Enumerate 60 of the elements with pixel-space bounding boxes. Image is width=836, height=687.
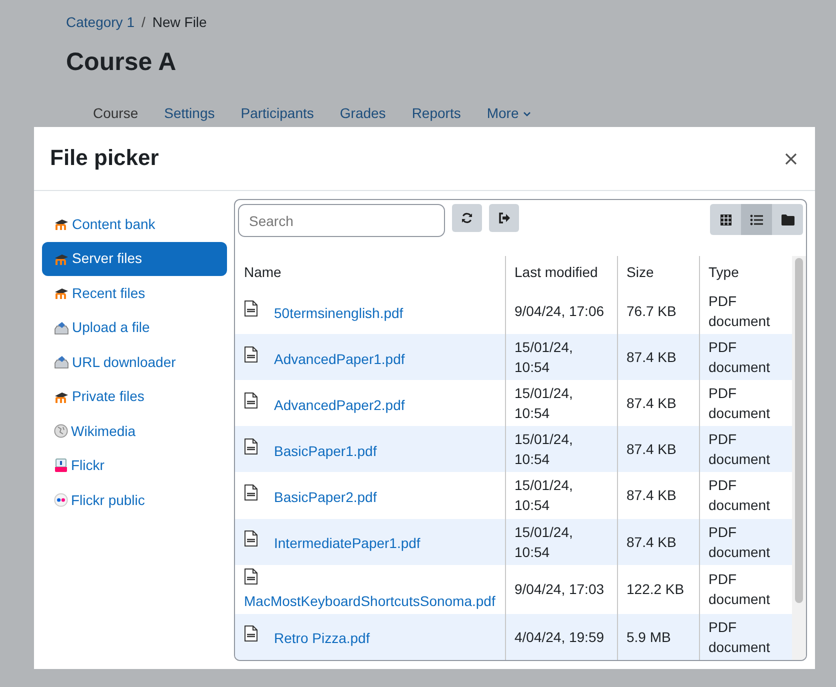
nav-tab[interactable]: Grades [326, 103, 399, 124]
nav-tab[interactable]: Reports [398, 103, 474, 124]
view-mode-button[interactable] [741, 204, 772, 235]
dialog-title: File picker [50, 145, 159, 172]
file-link[interactable]: AdvancedPaper2.pdf [274, 394, 405, 415]
nav-tab[interactable]: Participants [228, 103, 327, 124]
column-header[interactable]: Name [235, 256, 505, 288]
file-link[interactable]: BasicPaper2.pdf [274, 486, 377, 507]
globe-icon [54, 424, 68, 438]
scrollbar[interactable] [792, 256, 806, 660]
nav-tab[interactable]: Settings [151, 103, 228, 124]
moodle-logo-icon [54, 287, 69, 300]
pdf-file-icon [244, 484, 258, 501]
moodle-logo-icon [54, 252, 69, 265]
refresh-button[interactable] [452, 204, 482, 232]
nav-tab[interactable]: Course [80, 103, 152, 124]
repository-item[interactable]: Private files [42, 380, 227, 414]
dots-icon [54, 493, 68, 508]
breadcrumb-link[interactable]: Category 1 [66, 14, 134, 30]
file-link[interactable]: 50termsinenglish.pdf [274, 302, 404, 323]
breadcrumb-separator: / [141, 14, 146, 30]
pdf-file-icon [244, 438, 258, 455]
page-title: Course A [66, 47, 178, 77]
file-link[interactable]: AdvancedPaper1.pdf [274, 348, 405, 369]
pdf-file-icon [244, 568, 258, 585]
moodle-logo-icon [54, 390, 69, 403]
upload-tray-icon [54, 355, 69, 370]
pdf-file-icon [244, 530, 258, 548]
grid-icon [720, 214, 732, 226]
file-link[interactable]: MacMostKeyboardShortcutsSonoma.pdf [244, 590, 496, 611]
moodle-logo-icon [54, 218, 69, 230]
pdf-file-icon [244, 346, 258, 363]
repository-item[interactable]: Server files [42, 242, 227, 276]
flickr-tray-icon [54, 458, 68, 474]
table-cell: 5.9 MB [617, 614, 699, 660]
repository-item[interactable]: Content bank [42, 207, 227, 242]
pdf-file-icon [244, 625, 258, 642]
repository-item[interactable]: Wikimedia [42, 414, 227, 448]
table-cell: 4/04/24, 19:59 [505, 614, 617, 660]
list-icon [750, 214, 763, 226]
breadcrumb-current: New File [152, 14, 207, 30]
caret-icon [522, 111, 531, 118]
repository-item[interactable]: Upload a file [42, 310, 227, 345]
upload-tray-icon [54, 320, 69, 335]
pdf-file-icon [244, 392, 258, 409]
repository-item[interactable]: Flickr [42, 448, 227, 483]
search-field[interactable]: Search [238, 204, 445, 237]
repository-item[interactable]: URL downloader [42, 345, 227, 380]
pdf-file-icon [244, 300, 258, 317]
repository-item[interactable]: Recent files [42, 276, 227, 310]
logout-button[interactable] [489, 204, 519, 232]
nav-tab[interactable]: More [474, 103, 544, 124]
close-icon [785, 153, 797, 166]
refresh-icon [461, 212, 473, 224]
logout-icon [498, 212, 510, 224]
file-link[interactable]: Retro Pizza.pdf [274, 628, 370, 648]
file-link[interactable]: BasicPaper1.pdf [274, 440, 377, 461]
folder-icon [780, 214, 794, 226]
file-link[interactable]: IntermediatePaper1.pdf [274, 533, 420, 554]
repository-item[interactable]: Flickr public [42, 483, 227, 518]
